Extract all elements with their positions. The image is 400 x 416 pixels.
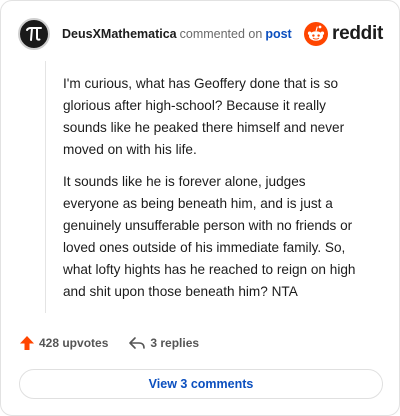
comment-body: I'm curious, what has Geoffery done that… [45,61,355,313]
replies-count: 3 replies [150,336,200,350]
comment-meta: DeusXMathematica commented on post [62,27,292,41]
comment-paragraph-2: It sounds like he is forever alone, judg… [63,174,356,299]
reddit-brand[interactable]: reddit [304,18,383,50]
reply-arrow-icon [129,337,146,349]
commented-on-text: commented on [179,27,263,41]
comment-paragraph-1: I'm curious, what has Geoffery done that… [63,76,345,157]
replies-button[interactable]: 3 replies [128,335,199,351]
brand-wordmark: reddit [332,23,383,44]
view-comments-button[interactable]: View 3 comments [19,369,383,399]
comment-actions: 428 upvotes 3 replies [19,333,199,353]
post-link[interactable]: post [265,27,291,41]
username-link[interactable]: DeusXMathematica [62,27,177,41]
reddit-snoo-icon [304,22,329,46]
embedded-comment-card: DeusXMathematica commented on post reddit … [0,0,400,416]
upvote-arrow-icon [20,336,34,350]
comment-text: I'm curious, what has Geoffery done that… [63,73,363,303]
upvote-count: 428 upvotes [39,336,109,350]
user-avatar[interactable] [18,18,50,50]
pi-icon [26,27,42,41]
upvote-button[interactable]: 428 upvotes [19,335,108,351]
